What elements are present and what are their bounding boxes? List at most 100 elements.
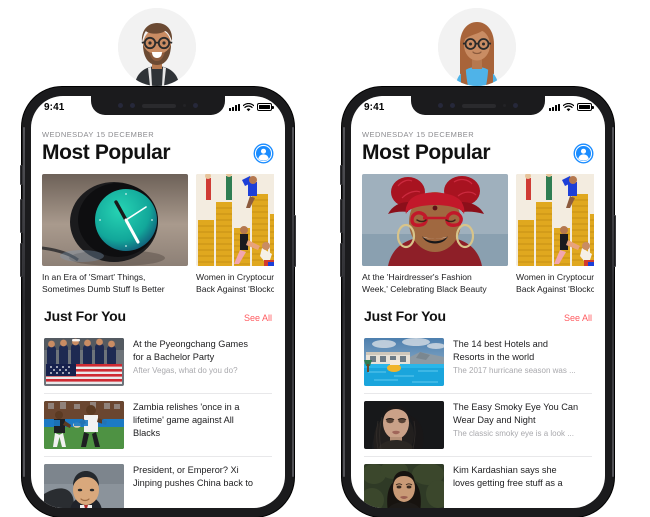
volume-up-button[interactable]	[340, 199, 343, 233]
list-item[interactable]: President, or Emperor? Xi Jinping pushes…	[44, 456, 272, 508]
hero-title-line: Week,' Celebrating Black Beauty	[362, 283, 487, 294]
title-line: for a Bachelor Party	[133, 351, 215, 362]
notch	[411, 96, 545, 115]
hero-title-line: Women in Cryptocurrency Push	[516, 272, 594, 282]
list-item[interactable]: Zambia relishes 'once in a lifetime' gam…	[44, 393, 272, 456]
signal-icon	[229, 103, 240, 111]
signal-icon	[549, 103, 560, 111]
hero-card[interactable]: Women in Cryptocurrency Push Back Agains…	[196, 174, 274, 295]
list-item-subtitle: The 2017 hurricane season was ...	[453, 365, 576, 375]
page-title: Most Popular	[362, 141, 491, 164]
see-all-link[interactable]: See All	[244, 313, 272, 323]
header-row: Most Popular	[362, 141, 594, 165]
list-item-title: Kim Kardashian says she loves getting fr…	[453, 464, 592, 489]
hero-title-line: Sometimes Dumb Stuff Is Better	[42, 283, 165, 294]
article-list: The 14 best Hotels and Resorts in the wo…	[362, 331, 594, 508]
hero-title: At the 'Hairdresser's Fashion Week,' Cel…	[362, 272, 508, 295]
gold-coin-stacks-illustration	[196, 174, 274, 266]
status-icons	[549, 102, 594, 112]
see-all-link[interactable]: See All	[564, 313, 592, 323]
section-title: Just For You	[44, 308, 126, 325]
section-title: Just For You	[364, 308, 446, 325]
title-line: Jinping pushes China back to	[133, 477, 254, 488]
kim-kardashian-portrait-photo	[364, 464, 444, 508]
rugby-players-match-photo	[44, 401, 124, 450]
avatar-bearded-man	[118, 8, 196, 86]
silent-switch[interactable]	[20, 165, 23, 185]
volume-down-button[interactable]	[20, 243, 23, 277]
hero-card[interactable]: In an Era of 'Smart' Things, Sometimes D…	[42, 174, 188, 295]
list-item[interactable]: The 14 best Hotels and Resorts in the wo…	[364, 331, 592, 393]
list-item-title: The 14 best Hotels and Resorts in the wo…	[453, 338, 592, 363]
phone-left: 9:41 WEDNESDAY 15 DECEMBER Most Popular	[20, 87, 296, 517]
power-button[interactable]	[613, 215, 616, 267]
smart-speaker-clock-photo	[42, 174, 188, 266]
page-title: Most Popular	[42, 141, 171, 164]
silent-switch[interactable]	[340, 165, 343, 185]
app-content-left: WEDNESDAY 15 DECEMBER Most Popular In an…	[31, 130, 285, 508]
header-row: Most Popular	[42, 141, 274, 165]
phone-screen-right: 9:41 WEDNESDAY 15 DECEMBER Most Popular	[351, 96, 605, 508]
gold-coin-stacks-illustration	[516, 174, 594, 266]
title-line: lifetime' game against All	[133, 414, 234, 425]
list-item-subtitle: After Vegas, what do you do?	[133, 365, 238, 375]
title-line: At the Pyeongchang Games	[133, 339, 248, 350]
list-item-title: At the Pyeongchang Games for a Bachelor …	[133, 338, 272, 363]
wifi-icon	[563, 102, 574, 111]
title-line: Zambia relishes 'once in a	[133, 402, 240, 413]
hero-title-line: Women in Cryptocurrency Push	[196, 272, 274, 282]
list-item-title: President, or Emperor? Xi Jinping pushes…	[133, 464, 272, 489]
list-item-title: The Easy Smoky Eye You Can Wear Day and …	[453, 401, 592, 426]
screenshot-canvas: 9:41 WEDNESDAY 15 DECEMBER Most Popular	[0, 0, 650, 517]
hero-title-line: In an Era of 'Smart' Things,	[42, 272, 146, 282]
profile-icon[interactable]	[573, 143, 594, 164]
olympic-team-usa-flag-photo	[44, 338, 124, 387]
volume-up-button[interactable]	[20, 199, 23, 233]
resort-pool-ocean-photo	[364, 338, 444, 387]
face-sensor-icon	[118, 103, 123, 108]
notch	[91, 96, 225, 115]
earpiece-speaker	[142, 103, 176, 108]
battery-icon	[257, 103, 274, 111]
red-hair-model-portrait-photo	[362, 174, 508, 266]
status-icons	[229, 102, 274, 112]
battery-icon	[577, 103, 594, 111]
list-item-text: President, or Emperor? Xi Jinping pushes…	[133, 464, 272, 489]
earpiece-speaker	[462, 103, 496, 108]
list-item[interactable]: Kim Kardashian says she loves getting fr…	[364, 456, 592, 508]
front-camera-icon	[450, 103, 455, 108]
power-button[interactable]	[293, 215, 296, 267]
list-item-text: Zambia relishes 'once in a lifetime' gam…	[133, 401, 272, 439]
hero-carousel[interactable]: At the 'Hairdresser's Fashion Week,' Cel…	[362, 174, 594, 295]
section-header: Just For You See All	[362, 308, 594, 324]
list-item[interactable]: The Easy Smoky Eye You Can Wear Day and …	[364, 393, 592, 456]
hero-carousel[interactable]: In an Era of 'Smart' Things, Sometimes D…	[42, 174, 274, 295]
hero-card[interactable]: Women in Cryptocurrency Push Back Agains…	[516, 174, 594, 295]
list-item-text: The 14 best Hotels and Resorts in the wo…	[453, 338, 592, 374]
proximity-sensor-icon	[193, 103, 198, 108]
proximity-sensor-icon	[513, 103, 518, 108]
phone-right: 9:41 WEDNESDAY 15 DECEMBER Most Popular	[340, 87, 616, 517]
profile-icon[interactable]	[253, 143, 274, 164]
title-line: Blacks	[133, 427, 161, 438]
hero-title: In an Era of 'Smart' Things, Sometimes D…	[42, 272, 188, 295]
hero-card[interactable]: At the 'Hairdresser's Fashion Week,' Cel…	[362, 174, 508, 295]
volume-down-button[interactable]	[340, 243, 343, 277]
title-line: Kim Kardashian says she	[453, 465, 557, 476]
smoky-eye-makeup-model-photo	[364, 401, 444, 450]
xi-jinping-portrait-photo	[44, 464, 124, 508]
date-kicker: WEDNESDAY 15 DECEMBER	[42, 130, 155, 139]
title-line: loves getting free stuff as a	[453, 477, 563, 488]
avatar-woman-glasses	[438, 8, 516, 86]
list-item-text: Kim Kardashian says she loves getting fr…	[453, 464, 592, 489]
list-item[interactable]: At the Pyeongchang Games for a Bachelor …	[44, 331, 272, 393]
title-line: Resorts in the world	[453, 351, 535, 362]
ambient-sensor-icon	[183, 104, 186, 107]
title-line: President, or Emperor? Xi	[133, 465, 239, 476]
title-line: Wear Day and Night	[453, 414, 536, 425]
phone-screen-left: 9:41 WEDNESDAY 15 DECEMBER Most Popular	[31, 96, 285, 508]
ambient-sensor-icon	[503, 104, 506, 107]
status-time: 9:41	[364, 101, 385, 113]
hero-title: Women in Cryptocurrency Push Back Agains…	[516, 272, 594, 295]
list-item-text: The Easy Smoky Eye You Can Wear Day and …	[453, 401, 592, 437]
